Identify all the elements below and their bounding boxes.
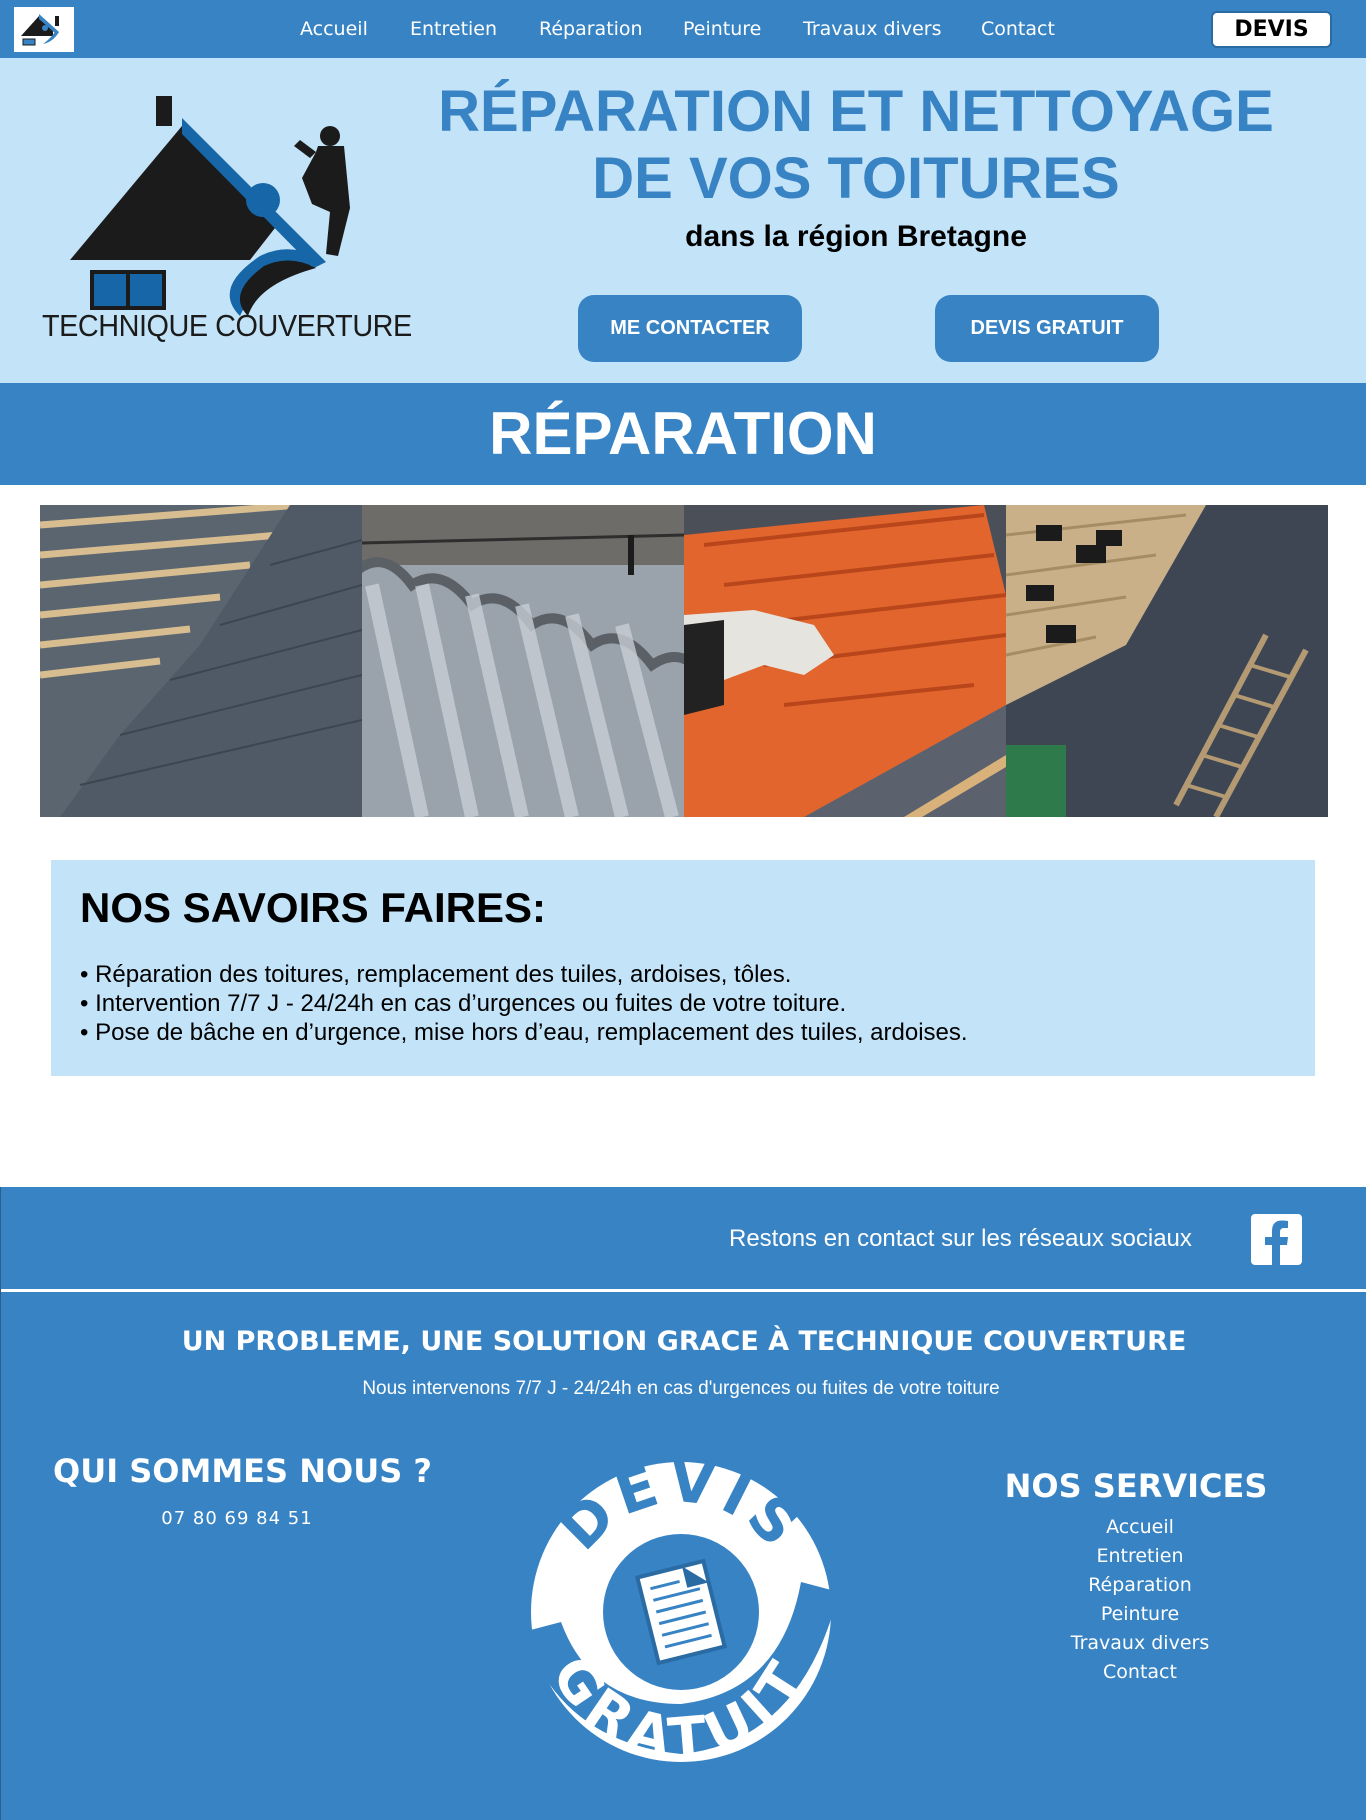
skills-title: NOS SAVOIRS FAIRES:: [80, 884, 546, 931]
hero-title-line1: RÉPARATION ET NETTOYAGE: [438, 79, 1274, 144]
terracotta-tiles-photo: [684, 505, 1006, 817]
footer-title: UN PROBLEME, UNE SOLUTION GRACE À TECHNI…: [181, 1326, 1187, 1357]
corrugated-sheet-photo: [362, 505, 684, 817]
hero-section: TECHNIQUE COUVERTURE RÉPARATION ET NETTO…: [0, 58, 1366, 383]
hero-title-line2: DE VOS TOITURES: [592, 146, 1120, 211]
photo-gallery: [40, 505, 1328, 817]
nav-item-contact[interactable]: Contact: [981, 18, 1055, 40]
social-text: Restons en contact sur les réseaux socia…: [729, 1225, 1192, 1252]
devis-button[interactable]: DEVIS: [1211, 11, 1332, 48]
skills-list-item: • Réparation des toitures, remplacement …: [80, 961, 792, 988]
services-title: NOS SERVICES: [1004, 1467, 1268, 1505]
footer-link-accueil[interactable]: Accueil: [961, 1513, 1319, 1542]
nav-item-entretien[interactable]: Entretien: [410, 18, 497, 40]
about-title: QUI SOMMES NOUS ?: [53, 1452, 432, 1490]
footer-link-entretien[interactable]: Entretien: [961, 1542, 1319, 1571]
contact-button[interactable]: ME CONTACTER: [578, 295, 802, 362]
nav-item-peinture[interactable]: Peinture: [683, 18, 761, 40]
top-nav-bar: Accueil Entretien Réparation Peinture Tr…: [0, 0, 1366, 58]
skills-list: • Réparation des toitures, remplacement …: [80, 960, 968, 1047]
nav-item-accueil[interactable]: Accueil: [300, 18, 368, 40]
section-title: RÉPARATION: [489, 400, 877, 467]
footer-subtitle: Nous intervenons 7/7 J - 24/24h en cas d…: [362, 1378, 1000, 1399]
footer: Restons en contact sur les réseaux socia…: [0, 1187, 1366, 1820]
free-quote-badge[interactable]: DEVIS GRATUIT: [501, 1442, 861, 1762]
slate-ladder-photo: [1006, 505, 1328, 817]
footer-link-contact[interactable]: Contact: [961, 1658, 1319, 1687]
slate-roof-photo: [40, 505, 362, 817]
company-logo-icon: [70, 96, 350, 316]
footer-link-peinture[interactable]: Peinture: [961, 1600, 1319, 1629]
nav-item-reparation[interactable]: Réparation: [539, 18, 643, 40]
hero-title: RÉPARATION ET NETTOYAGE DE VOS TOITURES: [420, 78, 1292, 212]
section-header: RÉPARATION: [0, 383, 1366, 485]
footer-link-travaux-divers[interactable]: Travaux divers: [961, 1629, 1319, 1658]
footer-link-reparation[interactable]: Réparation: [961, 1571, 1319, 1600]
skills-list-item: • Intervention 7/7 J - 24/24h en cas d’u…: [80, 990, 847, 1017]
free-quote-button[interactable]: DEVIS GRATUIT: [935, 295, 1159, 362]
skills-box: NOS SAVOIRS FAIRES: • Réparation des toi…: [51, 860, 1315, 1076]
logo-text: TECHNIQUE COUVERTURE: [42, 308, 412, 343]
skills-list-item: • Pose de bâche en d’urgence, mise hors …: [80, 1019, 968, 1046]
services-list: Accueil Entretien Réparation Peinture Tr…: [961, 1513, 1319, 1687]
footer-divider: [1, 1289, 1366, 1292]
phone-number[interactable]: 07 80 69 84 51: [53, 1508, 421, 1529]
main-nav: Accueil Entretien Réparation Peinture Tr…: [0, 0, 1366, 58]
nav-item-travaux-divers[interactable]: Travaux divers: [803, 18, 941, 40]
hero-subtitle: dans la région Bretagne: [685, 220, 1027, 253]
facebook-icon[interactable]: [1251, 1214, 1302, 1265]
